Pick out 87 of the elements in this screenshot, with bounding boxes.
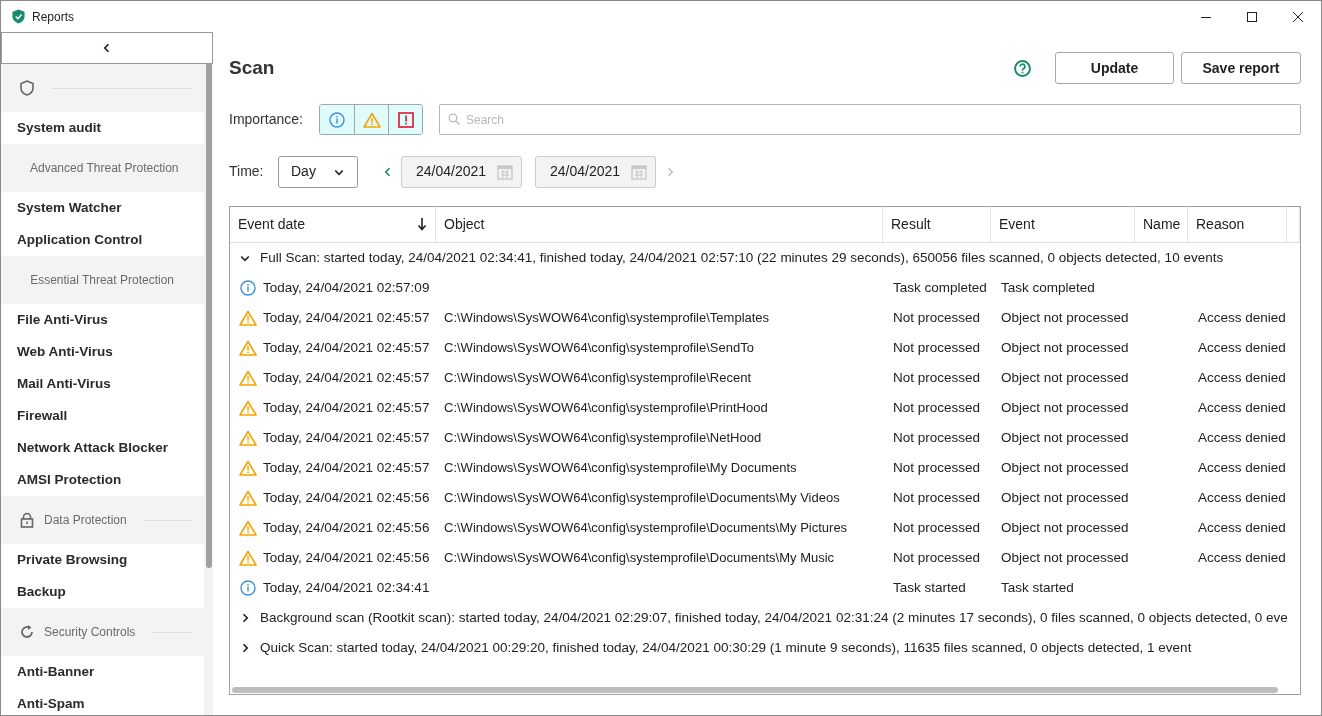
event-text: Object not processed xyxy=(1001,549,1129,565)
scan-summary[interactable]: Full Scan: started today, 24/04/2021 02:34:41, finished today, 24/04/2021 02:57:10 (22 minutes 29 seconds), 650056 files scanned, 0 objects detected, 10 events xyxy=(260,247,1224,269)
reason-text: Access denied xyxy=(1198,369,1286,385)
object-path: C:\Windows\SysWOW64\config\systemprofile\NetHood xyxy=(444,429,762,445)
result-text: Task started xyxy=(893,579,966,595)
result-text: Task completed xyxy=(893,279,987,295)
period-dropdown[interactable]: Day xyxy=(278,155,358,188)
search-field[interactable]: Search xyxy=(439,104,1301,135)
sidebar-item[interactable]: AMSI Protection xyxy=(1,464,204,496)
object-path: C:\Windows\SysWOW64\config\systemprofile\Documents\My Music xyxy=(444,549,835,565)
reason-text: Access denied xyxy=(1198,339,1286,355)
reason-text: Access denied xyxy=(1198,549,1286,565)
object-path: C:\Windows\SysWOW64\config\systemprofile\Documents\My Pictures xyxy=(444,519,848,535)
event-text: Task started xyxy=(1001,579,1074,595)
action-button[interactable]: Update xyxy=(1055,52,1174,84)
result-text: Not processed xyxy=(893,339,981,355)
column-header[interactable]: Event date xyxy=(230,207,436,242)
event-text: Object not processed xyxy=(1001,519,1129,535)
sidebar-item[interactable]: System audit xyxy=(1,112,204,144)
event-date: Today, 24/04/2021 02:45:57 xyxy=(263,428,430,447)
event-text: Object not processed xyxy=(1001,369,1129,385)
event-text: Object not processed xyxy=(1001,489,1129,505)
result-text: Not processed xyxy=(893,309,981,325)
group-label: Advanced Threat Protection xyxy=(30,160,179,177)
reason-text: Access denied xyxy=(1198,429,1286,445)
event-text: Object not processed xyxy=(1001,309,1129,325)
object-path: C:\Windows\SysWOW64\config\systemprofile\PrintHood xyxy=(444,399,768,415)
time-label: Time: xyxy=(229,162,265,181)
sidebar-item[interactable]: Application Control xyxy=(1,224,204,256)
event-date: Today, 24/04/2021 02:45:57 xyxy=(263,398,430,417)
reason-text: Access denied xyxy=(1198,459,1286,475)
sidebar-item[interactable]: Backup xyxy=(1,576,204,608)
event-text: Object not processed xyxy=(1001,399,1129,415)
sidebar-item[interactable]: Firewall xyxy=(1,400,204,432)
event-text: Object not processed xyxy=(1001,339,1129,355)
object-path: C:\Windows\SysWOW64\config\systemprofile\Documents\My Videos xyxy=(444,489,840,505)
action-button[interactable]: Save report xyxy=(1181,52,1301,84)
sidebar-item[interactable]: Private Browsing xyxy=(1,544,204,576)
object-path: C:\Windows\SysWOW64\config\systemprofile\Recent xyxy=(444,369,752,385)
scan-summary[interactable]: Quick Scan: started today, 24/04/2021 00:29:20, finished today, 24/04/2021 00:30:29 (1 minute 9 seconds), 11635 files scanned, 0 objects detected, 1 event xyxy=(260,637,1192,659)
event-text: Task completed xyxy=(1001,279,1095,295)
sidebar-item[interactable]: Anti-Banner xyxy=(1,656,204,688)
date-field[interactable]: 24/04/2021 xyxy=(535,155,656,188)
column-header[interactable]: Event xyxy=(991,207,1135,242)
reason-text: Access denied xyxy=(1198,519,1286,535)
result-text: Not processed xyxy=(893,399,981,415)
column-header[interactable]: Reason xyxy=(1188,207,1287,242)
event-date: Today, 24/04/2021 02:45:57 xyxy=(263,338,430,357)
event-date: Today, 24/04/2021 02:57:09 xyxy=(263,278,430,297)
result-text: Not processed xyxy=(893,519,981,535)
reason-text: Access denied xyxy=(1198,399,1286,415)
sidebar-item[interactable]: File Anti-Virus xyxy=(1,304,204,336)
scan-summary[interactable]: Background scan (Rootkit scan): started today, 24/04/2021 02:29:07, finished today, 24/04/2021 02:31:24 (2 minutes 17 seconds), 0 files scanned, 0 objects detected, 0 eve xyxy=(260,607,1288,629)
group-label: Security Controls xyxy=(44,624,136,641)
sidebar-item[interactable]: Mail Anti-Virus xyxy=(1,368,204,400)
reason-text: Access denied xyxy=(1198,489,1286,505)
result-text: Not processed xyxy=(893,489,981,505)
object-path: C:\Windows\SysWOW64\config\systemprofile\SendTo xyxy=(444,339,754,355)
object-path: C:\Windows\SysWOW64\config\systemprofile\My Documents xyxy=(444,459,797,475)
window-title: Reports xyxy=(32,8,75,26)
object-path: C:\Windows\SysWOW64\config\systemprofile\Templates xyxy=(444,309,770,325)
column-header[interactable]: Result xyxy=(883,207,991,242)
result-text: Not processed xyxy=(893,549,981,565)
event-date: Today, 24/04/2021 02:45:56 xyxy=(263,518,430,537)
result-text: Not processed xyxy=(893,429,981,445)
sidebar-item[interactable]: Web Anti-Virus xyxy=(1,336,204,368)
event-date: Today, 24/04/2021 02:45:56 xyxy=(263,488,430,507)
column-header[interactable]: Object xyxy=(436,207,883,242)
event-date: Today, 24/04/2021 02:45:57 xyxy=(263,308,430,327)
column-header[interactable]: Name xyxy=(1135,207,1188,242)
page-title: Scan xyxy=(229,55,275,80)
group-label: Data Protection xyxy=(44,512,127,529)
sidebar-item[interactable]: Anti-Spam xyxy=(1,688,204,715)
event-date: Today, 24/04/2021 02:45:56 xyxy=(263,548,430,567)
result-text: Not processed xyxy=(893,459,981,475)
event-text: Object not processed xyxy=(1001,459,1129,475)
result-text: Not processed xyxy=(893,369,981,385)
date-field[interactable]: 24/04/2021 xyxy=(401,155,522,188)
sidebar-item[interactable]: System Watcher xyxy=(1,192,204,224)
event-date: Today, 24/04/2021 02:45:57 xyxy=(263,458,430,477)
sidebar-item[interactable]: Network Attack Blocker xyxy=(1,432,204,464)
group-label: Essential Threat Protection xyxy=(30,272,174,289)
importance-label: Importance: xyxy=(229,110,304,129)
event-date: Today, 24/04/2021 02:45:57 xyxy=(263,368,430,387)
reason-text: Access denied xyxy=(1198,309,1286,325)
event-date: Today, 24/04/2021 02:34:41 xyxy=(263,578,430,597)
event-text: Object not processed xyxy=(1001,429,1129,445)
